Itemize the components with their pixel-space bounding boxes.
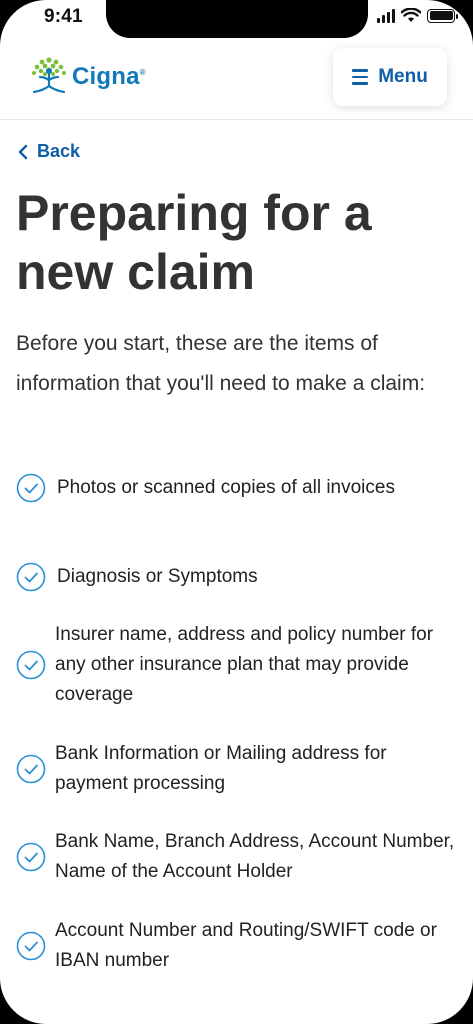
checklist-item: Diagnosis or Symptoms	[16, 562, 456, 592]
device-notch	[106, 0, 368, 38]
check-circle-icon	[16, 650, 46, 680]
status-time: 9:41	[44, 6, 83, 27]
cigna-logo[interactable]: Cigna®	[30, 56, 146, 98]
check-circle-icon	[16, 562, 46, 592]
phone-screen: 9:41 Cigna® Menu Back Preparing for a ne…	[0, 0, 473, 1024]
chevron-left-icon	[18, 144, 28, 159]
checklist-item-text: Photos or scanned copies of all invoices	[57, 477, 395, 498]
page-title: Preparing for a new claim	[16, 185, 372, 300]
checklist-item-text: Account Number and Routing/SWIFT code or…	[55, 920, 437, 971]
wifi-icon	[401, 8, 421, 22]
status-icons	[377, 8, 458, 23]
checklist-item-text: Insurer name, address and policy number …	[55, 624, 434, 705]
intro-text: Before you start, these are the items of…	[16, 332, 426, 395]
checklist-item: Bank Information or Mailing address for …	[16, 739, 456, 799]
checklist-item: Bank Name, Branch Address, Account Numbe…	[16, 827, 456, 887]
checklist-item: Account Number and Routing/SWIFT code or…	[16, 916, 456, 976]
app-header: Cigna® Menu	[0, 40, 473, 120]
check-circle-icon	[16, 473, 46, 503]
checklist-item: Photos or scanned copies of all invoices	[16, 473, 456, 503]
hamburger-icon	[352, 69, 369, 85]
checklist-item-text: Diagnosis or Symptoms	[57, 566, 258, 587]
check-circle-icon	[16, 842, 46, 872]
back-label: Back	[37, 141, 81, 161]
menu-button[interactable]: Menu	[333, 48, 447, 106]
checklist-item-text: Bank Information or Mailing address for …	[55, 743, 387, 794]
cigna-tree-logo	[32, 57, 66, 94]
status-bar: 9:41	[0, 0, 473, 40]
back-link[interactable]: Back	[17, 141, 80, 162]
checklist-item: Insurer name, address and policy number …	[16, 620, 456, 710]
battery-icon	[427, 8, 458, 23]
check-circle-icon	[16, 754, 46, 784]
logo-registered-mark: ®	[139, 68, 146, 77]
logo-text: Cigna	[72, 63, 140, 90]
check-circle-icon	[16, 931, 46, 961]
signal-icon	[377, 8, 395, 23]
menu-label: Menu	[378, 66, 428, 87]
checklist-item-text: Bank Name, Branch Address, Account Numbe…	[55, 831, 455, 882]
